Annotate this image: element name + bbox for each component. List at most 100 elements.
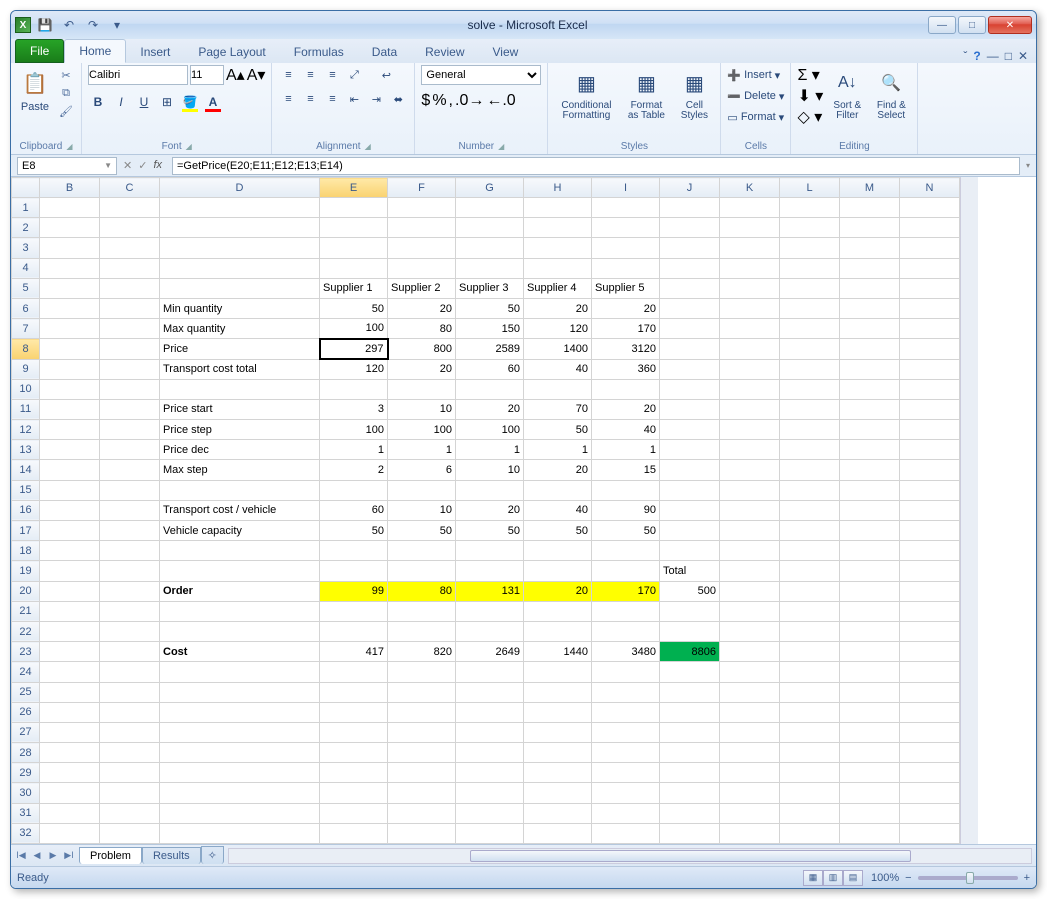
- cell-B14[interactable]: [40, 460, 100, 480]
- row-header-11[interactable]: 11: [12, 399, 40, 419]
- increase-indent-icon[interactable]: ⇥: [366, 89, 386, 109]
- cell-B5[interactable]: [40, 278, 100, 298]
- cell-L27[interactable]: [780, 722, 840, 742]
- cell-N31[interactable]: [900, 803, 960, 823]
- maximize-button[interactable]: □: [958, 16, 986, 34]
- cell-G29[interactable]: [456, 763, 524, 783]
- cell-G18[interactable]: [456, 541, 524, 561]
- col-header-D[interactable]: D: [160, 178, 320, 198]
- cell-J3[interactable]: [660, 238, 720, 258]
- cell-N6[interactable]: [900, 298, 960, 318]
- cell-K2[interactable]: [720, 218, 780, 238]
- cell-B19[interactable]: [40, 561, 100, 581]
- cell-F17[interactable]: 50: [388, 521, 456, 541]
- row-header-26[interactable]: 26: [12, 702, 40, 722]
- row-header-32[interactable]: 32: [12, 823, 40, 843]
- cell-F5[interactable]: Supplier 2: [388, 278, 456, 298]
- cell-H25[interactable]: [524, 682, 592, 702]
- cell-J13[interactable]: [660, 440, 720, 460]
- tab-first-icon[interactable]: I◀: [13, 848, 29, 864]
- cell-J23[interactable]: 8806: [660, 642, 720, 662]
- cell-I8[interactable]: 3120: [592, 339, 660, 359]
- orientation-icon[interactable]: ⤢: [344, 65, 364, 85]
- cell-E30[interactable]: [320, 783, 388, 803]
- cell-N25[interactable]: [900, 682, 960, 702]
- cell-N21[interactable]: [900, 601, 960, 621]
- cell-N12[interactable]: [900, 420, 960, 440]
- cell-B4[interactable]: [40, 258, 100, 278]
- cell-L18[interactable]: [780, 541, 840, 561]
- cell-G16[interactable]: 20: [456, 500, 524, 520]
- cell-L4[interactable]: [780, 258, 840, 278]
- cell-J5[interactable]: [660, 278, 720, 298]
- cell-C25[interactable]: [100, 682, 160, 702]
- format-as-table-button[interactable]: ▦Format as Table: [622, 65, 670, 123]
- tab-file[interactable]: File: [15, 39, 64, 63]
- cell-C21[interactable]: [100, 601, 160, 621]
- cell-I3[interactable]: [592, 238, 660, 258]
- cell-B15[interactable]: [40, 480, 100, 500]
- col-header-H[interactable]: H: [524, 178, 592, 198]
- cell-C9[interactable]: [100, 359, 160, 379]
- cell-H27[interactable]: [524, 722, 592, 742]
- row-header-1[interactable]: 1: [12, 198, 40, 218]
- cell-F9[interactable]: 20: [388, 359, 456, 379]
- cell-F19[interactable]: [388, 561, 456, 581]
- cell-J32[interactable]: [660, 823, 720, 843]
- cell-I26[interactable]: [592, 702, 660, 722]
- chevron-down-icon[interactable]: ▼: [104, 161, 112, 170]
- cell-E16[interactable]: 60: [320, 500, 388, 520]
- cell-K19[interactable]: [720, 561, 780, 581]
- cell-E22[interactable]: [320, 621, 388, 641]
- cell-F15[interactable]: [388, 480, 456, 500]
- cell-C13[interactable]: [100, 440, 160, 460]
- format-painter-icon[interactable]: 🖌: [57, 103, 75, 119]
- cell-K30[interactable]: [720, 783, 780, 803]
- cell-I12[interactable]: 40: [592, 420, 660, 440]
- cell-E8[interactable]: 297: [320, 339, 388, 359]
- conditional-formatting-button[interactable]: ▦Conditional Formatting: [554, 65, 618, 123]
- cell-D25[interactable]: [160, 682, 320, 702]
- row-header-29[interactable]: 29: [12, 763, 40, 783]
- cell-C10[interactable]: [100, 379, 160, 399]
- cell-M9[interactable]: [840, 359, 900, 379]
- cell-B12[interactable]: [40, 420, 100, 440]
- zoom-slider-thumb[interactable]: [966, 872, 974, 884]
- cell-I15[interactable]: [592, 480, 660, 500]
- cell-H32[interactable]: [524, 823, 592, 843]
- cell-N13[interactable]: [900, 440, 960, 460]
- dialog-launcher-icon[interactable]: ◢: [498, 142, 504, 151]
- cell-J2[interactable]: [660, 218, 720, 238]
- cell-G32[interactable]: [456, 823, 524, 843]
- cell-J11[interactable]: [660, 399, 720, 419]
- wrap-text-button[interactable]: ↩: [376, 65, 396, 85]
- cell-I17[interactable]: 50: [592, 521, 660, 541]
- cell-I18[interactable]: [592, 541, 660, 561]
- cell-N16[interactable]: [900, 500, 960, 520]
- cell-H5[interactable]: Supplier 4: [524, 278, 592, 298]
- cell-M2[interactable]: [840, 218, 900, 238]
- cell-F2[interactable]: [388, 218, 456, 238]
- cell-K20[interactable]: [720, 581, 780, 601]
- cell-F31[interactable]: [388, 803, 456, 823]
- cell-E6[interactable]: 50: [320, 298, 388, 318]
- cell-L5[interactable]: [780, 278, 840, 298]
- cell-H21[interactable]: [524, 601, 592, 621]
- close-button[interactable]: ✕: [988, 16, 1032, 34]
- col-header-C[interactable]: C: [100, 178, 160, 198]
- cell-C22[interactable]: [100, 621, 160, 641]
- cell-I21[interactable]: [592, 601, 660, 621]
- cell-L24[interactable]: [780, 662, 840, 682]
- cell-C18[interactable]: [100, 541, 160, 561]
- cell-C31[interactable]: [100, 803, 160, 823]
- cell-M6[interactable]: [840, 298, 900, 318]
- cell-B6[interactable]: [40, 298, 100, 318]
- cell-F1[interactable]: [388, 198, 456, 218]
- cell-B13[interactable]: [40, 440, 100, 460]
- cell-N10[interactable]: [900, 379, 960, 399]
- cell-G27[interactable]: [456, 722, 524, 742]
- cell-C27[interactable]: [100, 722, 160, 742]
- fill-button[interactable]: ⬇ ▾: [797, 86, 823, 106]
- cell-J22[interactable]: [660, 621, 720, 641]
- cell-N22[interactable]: [900, 621, 960, 641]
